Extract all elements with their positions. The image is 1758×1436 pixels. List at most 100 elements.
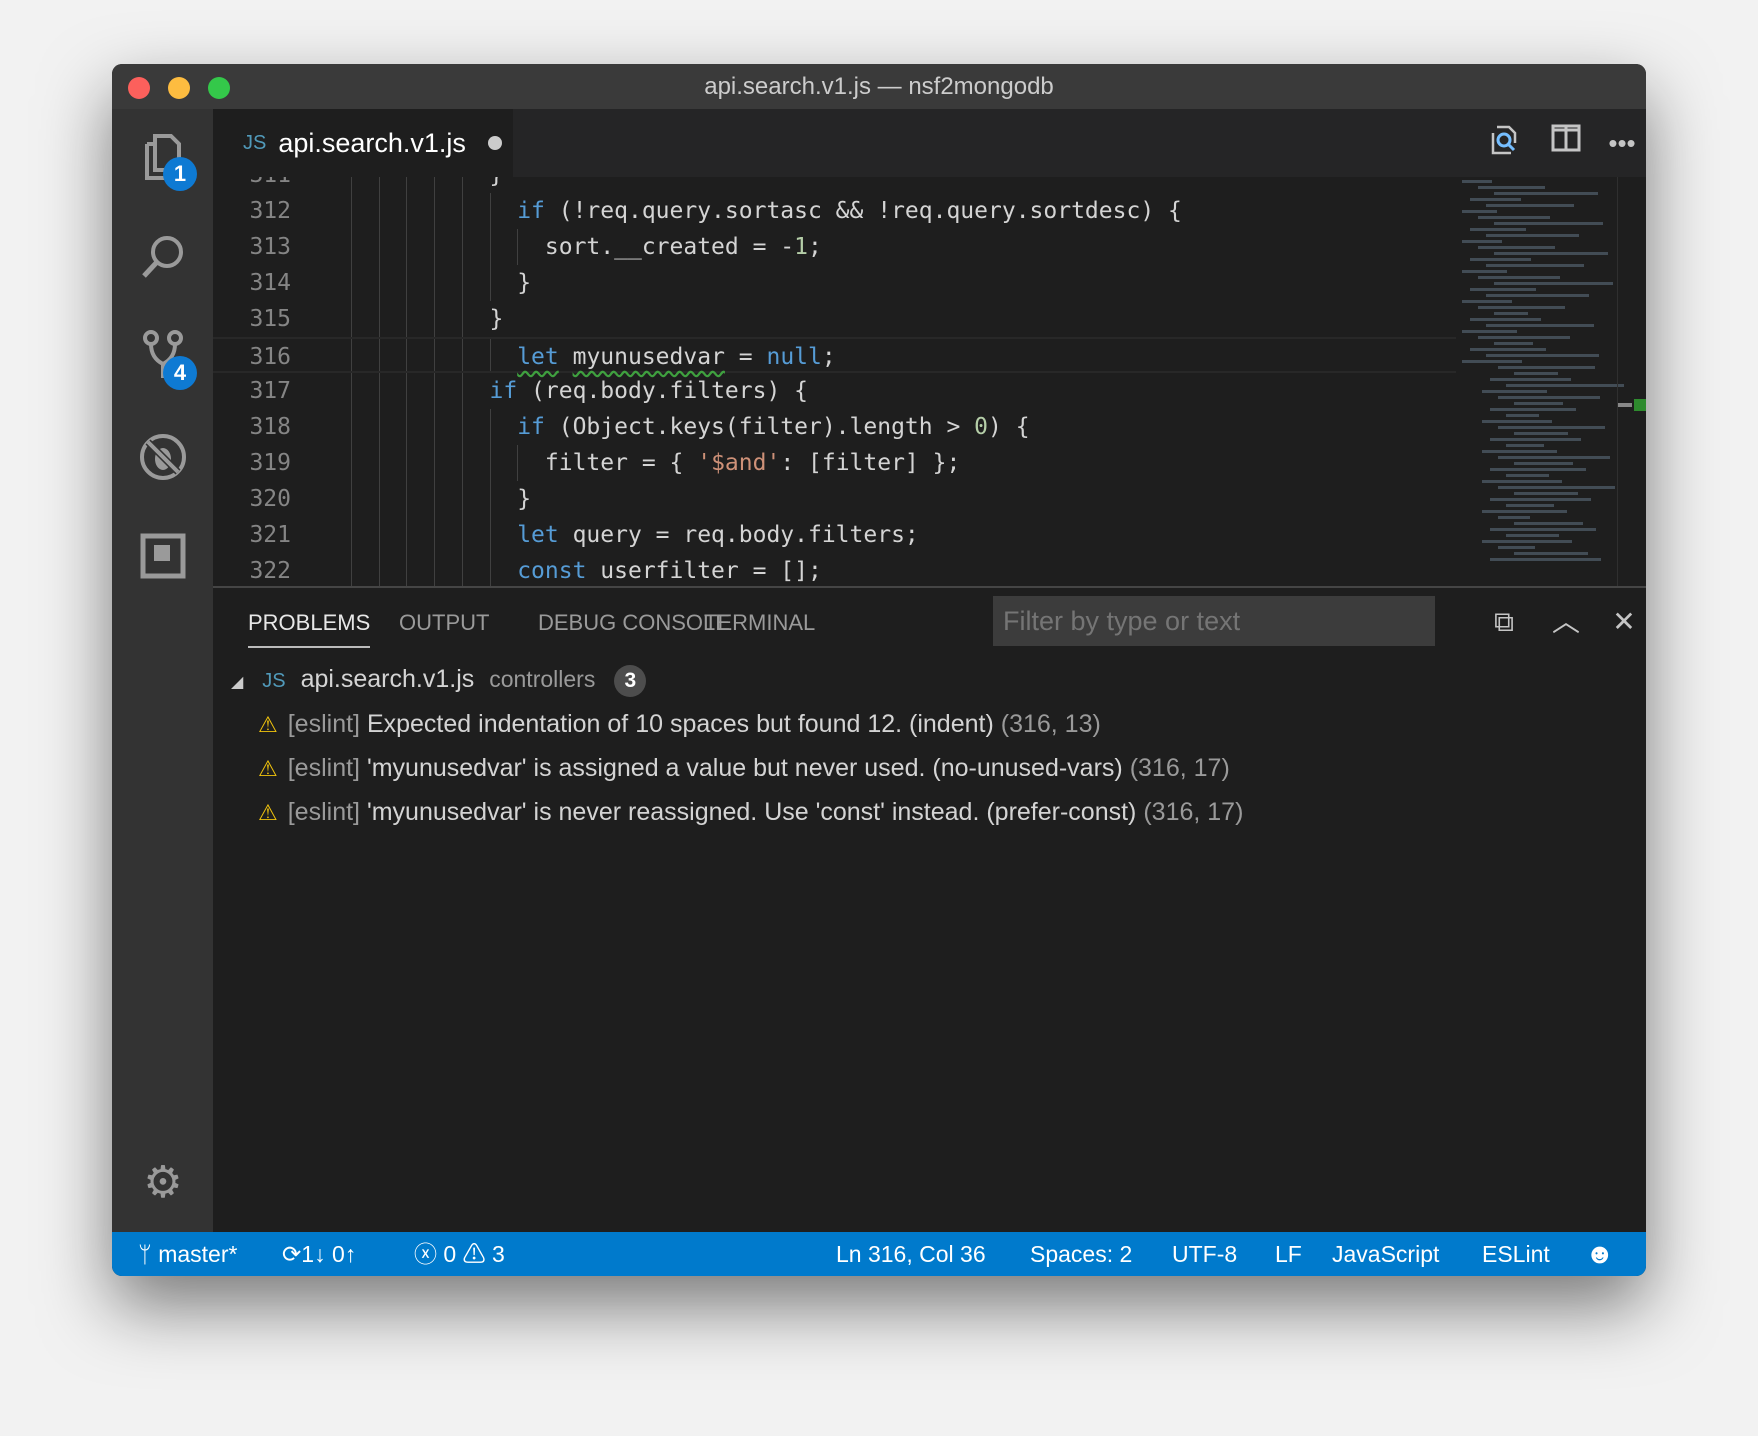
code-text: }	[517, 481, 531, 517]
line-ending[interactable]: LF	[1275, 1232, 1302, 1276]
problem-file-name: api.search.v1.js	[300, 665, 475, 693]
sync-label: 1↓ 0↑	[301, 1241, 357, 1267]
indent-guide	[434, 229, 436, 265]
language-mode[interactable]: JavaScript	[1332, 1232, 1439, 1276]
indent-guide	[378, 481, 380, 517]
code-token: }	[517, 270, 532, 296]
source-control-button[interactable]: 4	[137, 330, 197, 390]
encoding[interactable]: UTF-8	[1172, 1232, 1237, 1276]
eslint-status[interactable]: ESLint	[1482, 1232, 1550, 1276]
search-button[interactable]	[137, 230, 189, 282]
indent-guide	[351, 265, 352, 301]
zoom-window-button[interactable]	[208, 77, 230, 99]
indentation[interactable]: Spaces: 2	[1030, 1232, 1132, 1276]
extensions-button[interactable]	[137, 530, 189, 582]
indent-guide	[378, 265, 380, 301]
more-actions-button[interactable]: •••	[1602, 123, 1642, 163]
code-token: ;	[808, 234, 822, 260]
indent-guide	[406, 193, 408, 229]
indent-guide	[434, 373, 436, 409]
problem-item[interactable]: ⚠ [eslint] 'myunusedvar' is assigned a va…	[213, 747, 1646, 789]
problems-file-row[interactable]: ◢ JS api.search.v1.js controllers 3	[213, 658, 1646, 700]
code-editor[interactable]: 311} 312 if (!req.query.sortasc && !req.qu…	[213, 177, 1646, 586]
maximize-panel-button[interactable]: ︿	[1546, 602, 1586, 642]
gear-icon: ⚙	[143, 1157, 183, 1207]
code-line[interactable]: 315}	[213, 301, 1456, 337]
line-number: 321	[249, 522, 291, 548]
settings-button[interactable]: ⚙	[137, 1156, 189, 1208]
editor-scrollbar[interactable]	[1617, 177, 1646, 586]
code-line[interactable]: 316 let myunusedvar = null;	[213, 337, 1456, 373]
indent-guide	[351, 229, 352, 265]
minimap-line	[1514, 432, 1568, 435]
indent-guide	[378, 517, 380, 553]
problem-message: 'myunusedvar' is never reassigned. Use '…	[366, 798, 1137, 826]
code-token: (!req.query.sortasc && !req.query.sortde…	[544, 198, 1182, 224]
code-text: }	[490, 301, 504, 337]
close-window-button[interactable]	[128, 77, 150, 99]
indent-guide	[351, 445, 352, 481]
code-token: : [filter] };	[780, 450, 961, 476]
minimap-line	[1494, 192, 1598, 195]
collapse-all-button[interactable]: ⧉	[1484, 602, 1524, 642]
code-token: 0	[974, 414, 989, 440]
code-line[interactable]: 314}	[213, 265, 1456, 301]
tab-output[interactable]: OUTPUT	[399, 610, 489, 646]
minimize-window-button[interactable]	[168, 77, 190, 99]
code-text: if (!req.query.sortasc && !req.query.sor…	[517, 193, 1182, 229]
code-token: ) {	[988, 414, 1030, 440]
tab-debug-console[interactable]: DEBUG CONSOLE	[538, 610, 730, 646]
minimap-line	[1482, 540, 1572, 543]
minimap[interactable]	[1462, 177, 1624, 586]
open-preview-button[interactable]	[1484, 123, 1524, 163]
code-line[interactable]: 317 if (req.body.filters) {	[213, 373, 1456, 409]
feedback-smiley-icon[interactable]: ☻	[1585, 1232, 1614, 1276]
code-lines[interactable]: 311} 312 if (!req.query.sortasc && !req.qu…	[213, 177, 1456, 586]
extensions-icon	[140, 533, 186, 579]
close-panel-button[interactable]: ✕	[1604, 602, 1644, 642]
problem-source: [eslint]	[287, 754, 360, 782]
indent-guide	[461, 301, 463, 337]
problems-filter-input[interactable]	[993, 596, 1435, 646]
problem-item[interactable]: ⚠ [eslint] Expected indentation of 10 spa…	[213, 703, 1646, 745]
code-line[interactable]: 312 if (!req.query.sortasc && !req.query.…	[213, 193, 1456, 229]
line-number: 315	[249, 306, 291, 332]
minimap-line	[1470, 198, 1521, 201]
indent-guide	[406, 339, 408, 371]
branch-item[interactable]: ᛘ master*	[138, 1232, 237, 1276]
code-line[interactable]: 321 let query = req.body.filters;	[213, 517, 1456, 553]
explorer-button[interactable]: 1	[137, 131, 197, 191]
cursor-position[interactable]: Ln 316, Col 36	[836, 1232, 986, 1276]
split-editor-button[interactable]	[1546, 123, 1586, 163]
indent-guide	[378, 193, 380, 229]
tab-terminal[interactable]: TERMINAL	[704, 610, 815, 646]
code-token: 1	[794, 234, 808, 260]
sync-item[interactable]: ⟳1↓ 0↑	[282, 1232, 356, 1276]
code-line[interactable]: 320}	[213, 481, 1456, 517]
line-number: 312	[249, 198, 291, 224]
indent-guide	[434, 445, 436, 481]
code-line[interactable]: 311}	[213, 177, 1456, 193]
minimap-line	[1498, 396, 1600, 399]
code-text: if (req.body.filters) {	[490, 373, 809, 409]
problem-message: 'myunusedvar' is assigned a value but ne…	[366, 754, 1123, 782]
minimap-line	[1482, 510, 1567, 513]
unsaved-dot-icon[interactable]	[487, 136, 502, 150]
collapse-all-icon: ⧉	[1494, 606, 1514, 637]
indent-guide	[461, 517, 463, 553]
code-line[interactable]: 318 if (Object.keys(filter).length > 0) {	[213, 409, 1456, 445]
problem-item[interactable]: ⚠ [eslint] 'myunusedvar' is never reassig…	[213, 791, 1646, 833]
indent-guide	[489, 409, 491, 445]
code-token: let	[517, 344, 559, 370]
line-number: 314	[249, 270, 291, 296]
tab-api-search[interactable]: JS api.search.v1.js	[213, 109, 513, 177]
code-line[interactable]: 322 const userfilter = [];	[213, 553, 1456, 586]
code-token: =	[724, 344, 767, 370]
code-line[interactable]: 319 filter = { '$and': [filter] };	[213, 445, 1456, 481]
debug-button[interactable]	[137, 431, 189, 483]
line-number: 311	[213, 177, 291, 193]
problems-status-item[interactable]: ⓧ 0 ⚠ 3	[414, 1232, 505, 1276]
tab-problems[interactable]: PROBLEMS	[248, 610, 371, 648]
code-line[interactable]: 313 sort.__created = -1;	[213, 229, 1456, 265]
